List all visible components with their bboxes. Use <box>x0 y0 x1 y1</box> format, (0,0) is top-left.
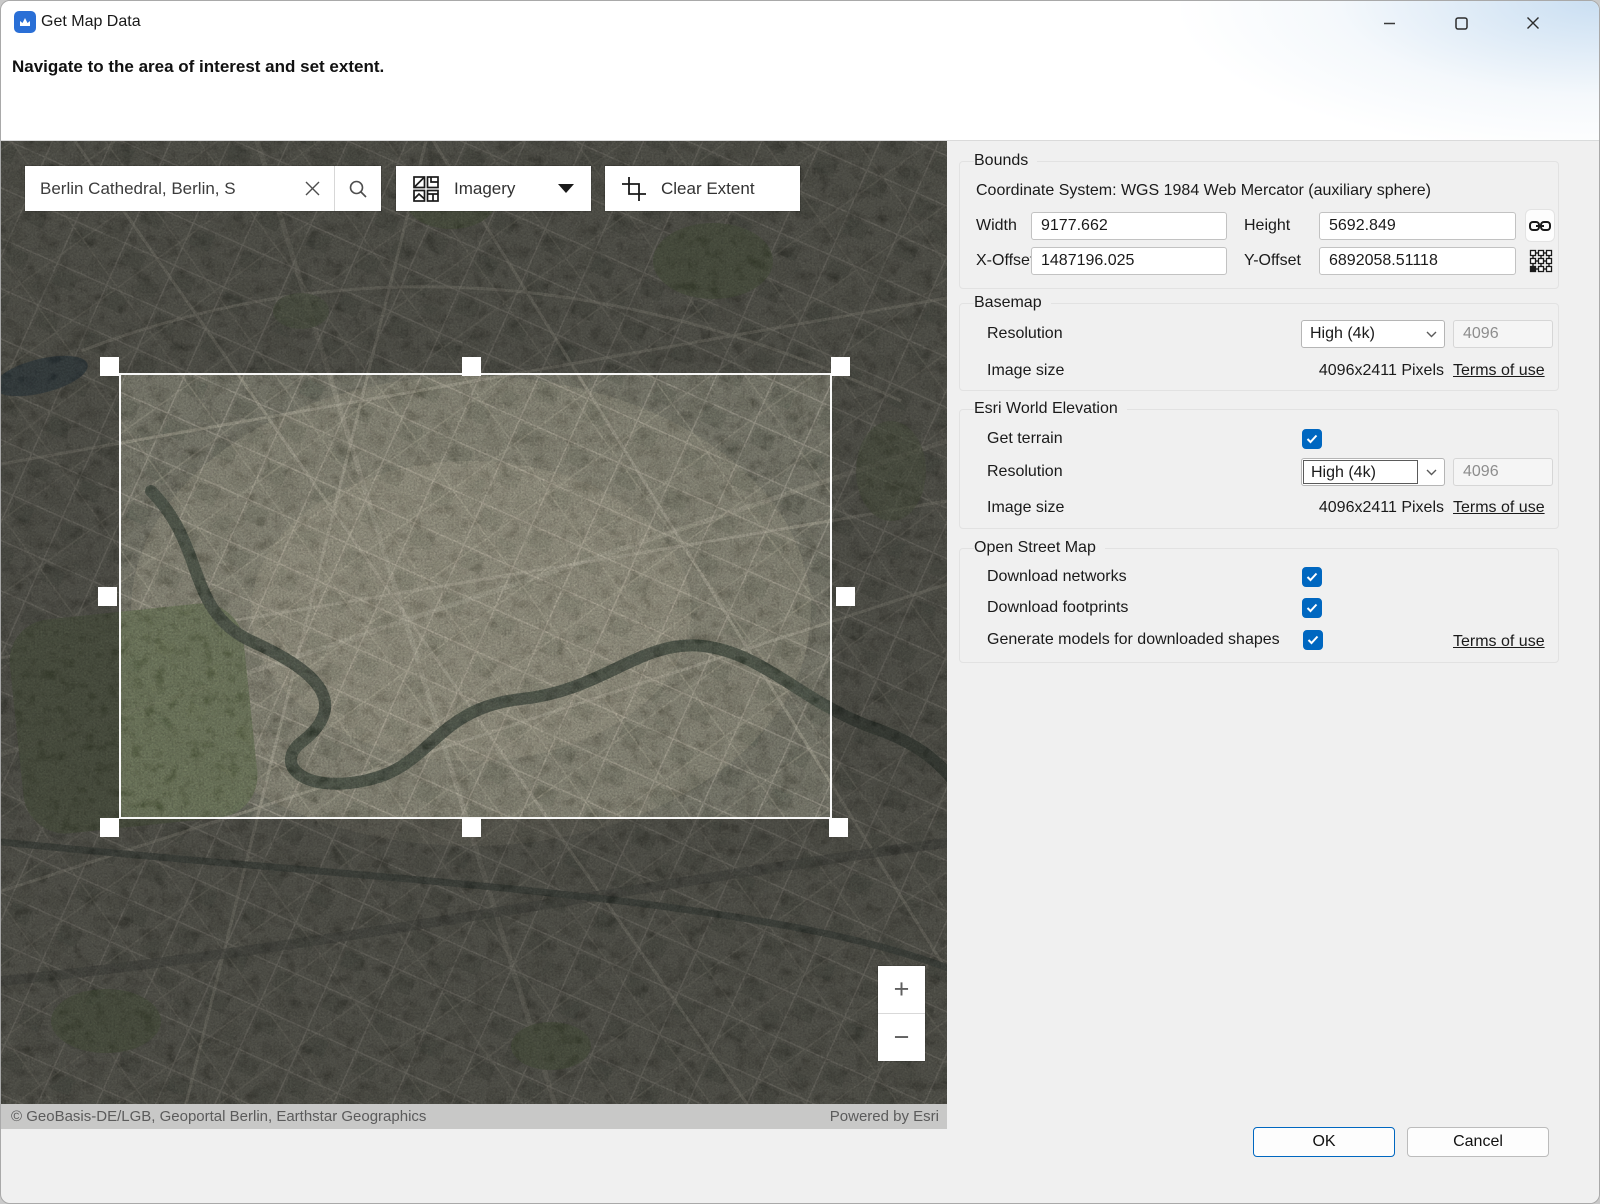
basemap-group-title: Basemap <box>974 293 1051 313</box>
checkmark-icon <box>1307 635 1319 645</box>
checkmark-icon <box>1306 603 1318 613</box>
download-footprints-checkbox[interactable] <box>1302 598 1322 618</box>
zoom-control: + − <box>878 966 925 1061</box>
close-button[interactable] <box>1511 3 1555 43</box>
close-icon <box>1526 16 1540 30</box>
basemap-dropdown-label: Imagery <box>454 179 515 199</box>
elevation-image-size-label: Image size <box>987 494 1064 522</box>
zoom-out-button[interactable]: − <box>878 1014 925 1061</box>
get-terrain-label: Get terrain <box>987 425 1063 453</box>
download-networks-checkbox[interactable] <box>1302 567 1322 587</box>
search-button[interactable] <box>335 166 381 211</box>
ok-button[interactable]: OK <box>1253 1127 1395 1157</box>
dialog-instruction: Navigate to the area of interest and set… <box>12 57 384 77</box>
elevation-resolution-value: High (4k) <box>1303 460 1418 484</box>
chevron-down-icon <box>1418 331 1444 338</box>
map-attribution-bar: © GeoBasis-DE/LGB, Geoportal Berlin, Ear… <box>1 1104 947 1129</box>
width-label: Width <box>976 212 1017 240</box>
y-offset-input[interactable] <box>1319 247 1516 275</box>
crop-icon <box>621 176 647 202</box>
minimize-icon <box>1383 17 1396 30</box>
maximize-icon <box>1455 17 1468 30</box>
bounds-group-title: Bounds <box>974 151 1037 171</box>
basemap-image-size-label: Image size <box>987 357 1064 385</box>
download-networks-label: Download networks <box>987 563 1127 591</box>
height-label: Height <box>1244 212 1290 240</box>
titlebar[interactable]: Get Map Data <box>1 1 1600 45</box>
x-offset-input[interactable] <box>1031 247 1227 275</box>
width-input[interactable] <box>1031 212 1227 240</box>
extent-handle-top-right[interactable] <box>831 357 850 376</box>
basemap-image-size-value: 4096x2411 Pixels <box>1197 357 1444 385</box>
elevation-resolution-label: Resolution <box>987 458 1063 486</box>
basemap-resolution-combo[interactable]: High (4k) <box>1301 320 1445 348</box>
dropdown-arrow-icon <box>558 184 574 193</box>
minimize-button[interactable] <box>1367 3 1411 43</box>
elevation-image-size-value: 4096x2411 Pixels <box>1197 494 1444 522</box>
osm-terms-of-use-link[interactable]: Terms of use <box>1453 628 1545 656</box>
maximize-button[interactable] <box>1439 3 1483 43</box>
extent-handle-top-left[interactable] <box>100 357 119 376</box>
elevation-resolution-pixels: 4096 <box>1453 458 1553 486</box>
get-terrain-checkbox[interactable] <box>1302 429 1322 449</box>
basemap-resolution-value: High (4k) <box>1302 325 1418 343</box>
clear-extent-button[interactable]: Clear Extent <box>605 166 800 211</box>
link-icon <box>1529 219 1551 233</box>
download-footprints-label: Download footprints <box>987 594 1128 622</box>
basemap-resolution-label: Resolution <box>987 320 1063 348</box>
chevron-down-icon <box>1418 469 1444 476</box>
search-input[interactable] <box>25 179 290 199</box>
extent-selection-rectangle[interactable] <box>119 373 832 819</box>
extent-handle-middle-left[interactable] <box>98 587 117 606</box>
cancel-button[interactable]: Cancel <box>1407 1127 1549 1157</box>
clear-extent-label: Clear Extent <box>661 179 755 199</box>
search-box[interactable] <box>25 166 381 211</box>
map-view[interactable]: Imagery Clear Extent + − © GeoBasis-DE/L… <box>1 141 947 1129</box>
elevation-resolution-combo[interactable]: High (4k) <box>1301 458 1445 486</box>
clear-search-icon <box>304 180 321 197</box>
checkmark-icon <box>1306 434 1318 444</box>
extent-handle-top-middle[interactable] <box>462 357 481 376</box>
search-icon <box>348 179 368 199</box>
basemap-terms-of-use-link[interactable]: Terms of use <box>1453 357 1545 385</box>
x-offset-label: X-Offset <box>976 247 1034 275</box>
window-title: Get Map Data <box>41 13 141 31</box>
basemap-dropdown[interactable]: Imagery <box>396 166 591 211</box>
zoom-in-button[interactable]: + <box>878 966 925 1013</box>
get-map-data-dialog: Get Map Data Navigate to the area of int… <box>0 0 1600 1204</box>
extent-handle-middle-right[interactable] <box>836 587 855 606</box>
generate-models-checkbox[interactable] <box>1303 630 1323 650</box>
app-icon <box>14 11 36 33</box>
height-input[interactable] <box>1319 212 1516 240</box>
elevation-terms-of-use-link[interactable]: Terms of use <box>1453 494 1545 522</box>
extent-handle-bottom-right[interactable] <box>829 818 848 837</box>
checkmark-icon <box>1306 572 1318 582</box>
attribution-text: © GeoBasis-DE/LGB, Geoportal Berlin, Ear… <box>1 1108 830 1125</box>
extent-handle-bottom-middle[interactable] <box>462 818 481 837</box>
y-offset-label: Y-Offset <box>1244 247 1301 275</box>
generate-models-label: Generate models for downloaded shapes <box>987 626 1280 654</box>
anchor-point-selector[interactable] <box>1529 249 1553 273</box>
coordinate-system-text: Coordinate System: WGS 1984 Web Mercator… <box>976 180 1431 202</box>
settings-panel: Bounds Coordinate System: WGS 1984 Web M… <box>947 141 1600 1204</box>
dialog-header: Get Map Data Navigate to the area of int… <box>1 1 1600 141</box>
elevation-group-title: Esri World Elevation <box>974 399 1127 419</box>
powered-by-esri-link[interactable]: Powered by Esri <box>830 1108 947 1125</box>
basemap-grid-icon <box>412 175 440 203</box>
osm-group-title: Open Street Map <box>974 538 1105 558</box>
extent-handle-bottom-left[interactable] <box>100 818 119 837</box>
anchor-grid-icon <box>1529 249 1553 273</box>
clear-search-button[interactable] <box>290 166 334 211</box>
basemap-resolution-pixels: 4096 <box>1453 320 1553 348</box>
link-dimensions-button[interactable] <box>1525 209 1555 242</box>
